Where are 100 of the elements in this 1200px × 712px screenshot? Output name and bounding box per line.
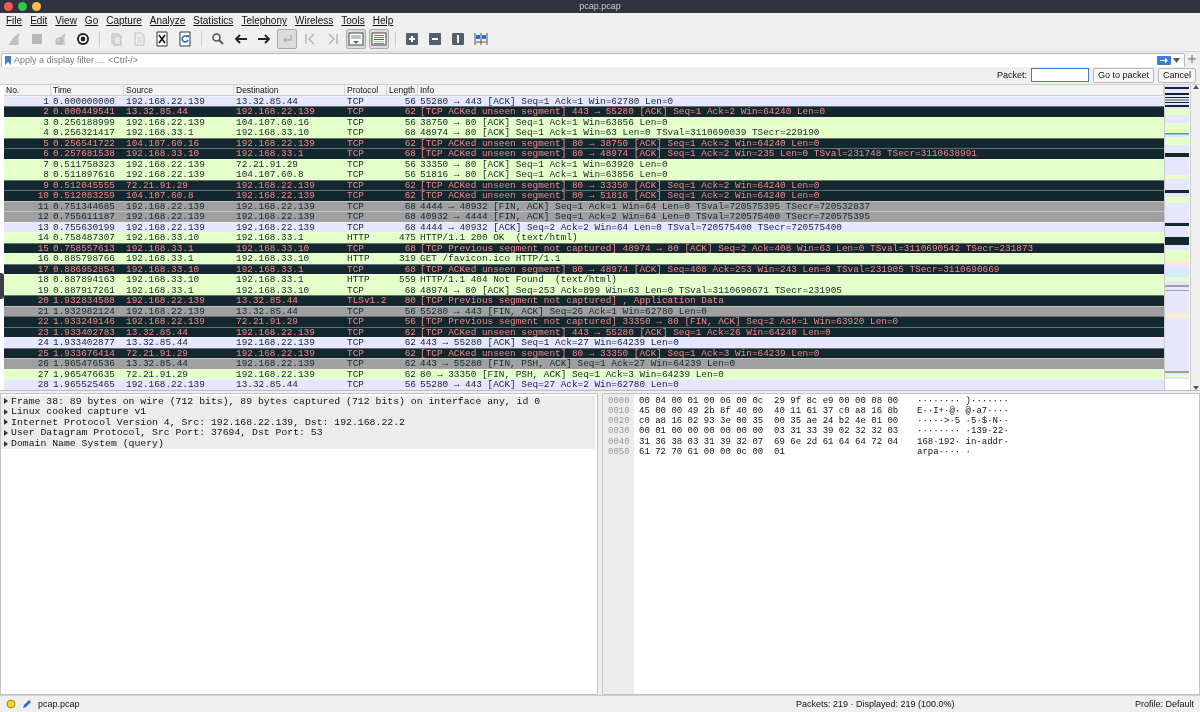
table-cell-text: [TCP ACKed unseen segment] 443 → 55280 [ACK] Seq=1 Ack=2 Win=64240 Len=0 [419, 107, 827, 117]
scrollbar[interactable] [1190, 84, 1200, 390]
packet-row[interactable]: 2 0.000449541 13.32.85.44 192.168.22.139 TCP 62 [TCP ACKed unseen segment] 443 → 55280 [ACK] Seq=1 Ack=2 Win=64240 Len=0 [4, 106, 1164, 117]
expand-arrow-icon[interactable] [4, 419, 8, 426]
menu-item[interactable]: Statistics [189, 14, 238, 26]
expand-arrow-icon[interactable] [4, 429, 8, 436]
table-cell-text: 4444 → 40932 [FIN, ACK] Seq=1 Ack=1 Win=64 Len=0 TSval=720575395 TSecr=720532837 [419, 201, 872, 212]
table-cell-text: TCP [346, 359, 365, 369]
packet-row[interactable]: 12 0.755611187 192.168.22.139 192.168.22.139 TCP 68 40932 → 4444 [FIN, ACK] Seq=1 Ack=2 Win=64 Len=0 TSval=720575400 TSecr=720575395 [4, 211, 1164, 222]
table-cell-text: 559 [398, 275, 417, 285]
table-cell-text: 1.965476635 [52, 369, 116, 380]
table-cell-text: 1.932982124 [52, 306, 116, 317]
table-cell-text: 56 [403, 170, 417, 180]
menu-item[interactable]: Capture [102, 14, 146, 26]
table-cell-text: 13.32.85.44 [125, 338, 189, 348]
packet-row[interactable]: 26 1.965476536 13.32.85.44 192.168.22.139 TCP 62 443 → 55280 [FIN, PSH, ACK] Seq=1 Ack=27 Win=64239 Len=0 [4, 358, 1164, 369]
table-cell-text: TCP [346, 327, 365, 338]
go-to-packet-button[interactable]: Go to packet [1092, 67, 1154, 83]
table-cell-text: GET /favicon.ico HTTP/1.1 [419, 254, 562, 264]
resize-columns-icon [473, 31, 489, 48]
table-cell-text: 192.168.33.1 [125, 254, 195, 264]
menu-item[interactable]: Go [80, 14, 103, 26]
table-cell-text: 19 [36, 285, 50, 296]
byte-offset: 0040 [607, 436, 631, 447]
table-cell-text: [TCP ACKed unseen segment] 80 → 51816 [ACK] Seq=1 Ack=2 Win=64240 Len=0 [419, 191, 821, 201]
table-cell-text: 68 [403, 264, 417, 275]
menu-item[interactable]: Wireless [290, 14, 338, 26]
table-cell-text: HTTP [346, 254, 371, 264]
zoom-out-icon [427, 31, 443, 48]
menu-item[interactable]: Help [368, 14, 398, 26]
table-cell-text: 62 [403, 369, 417, 380]
bookmark-icon[interactable] [5, 55, 11, 65]
packet-row[interactable]: 24 1.933402877 13.32.85.44 192.168.22.139 TCP 62 443 → 55280 [ACK] Seq=1 Ack=27 Win=64239 Len=0 [4, 337, 1164, 348]
copy-icon [108, 31, 124, 48]
profile-label[interactable]: Profile: Default [1134, 699, 1194, 709]
dropdown-caret-icon[interactable] [1173, 57, 1180, 63]
packet-row[interactable]: 6 0.257681538 192.168.33.10 192.168.33.1 TCP 68 [TCP ACKed unseen segment] 80 → 48974 [ACK] Seq=1 Ack=2 Win=235 Len=0 TSval=231748 TSecr=3110638991 [4, 148, 1164, 159]
table-cell-text: 26 [36, 359, 50, 369]
table-cell-text: TCP [346, 317, 365, 327]
table-cell-text: [TCP ACKed unseen segment] 80 → 48974 [ACK] Seq=1 Ack=2 Win=235 Len=0 TSval=231748 TSecr=3110638991 [419, 149, 978, 159]
table-cell-text: 1.933402783 [52, 327, 116, 338]
packet-number-field[interactable] [1030, 68, 1089, 83]
table-cell-text: 80 [403, 296, 417, 306]
table-cell-text: 192.168.22.139 [125, 380, 206, 390]
expand-arrow-icon[interactable] [4, 398, 8, 405]
menu-item[interactable]: Telephony [237, 14, 291, 26]
table-cell-text: TCP [346, 107, 365, 117]
table-cell-text: 192.168.22.139 [125, 96, 206, 107]
table-cell-text: 192.168.22.139 [235, 107, 316, 117]
table-cell-text: 62 [403, 327, 417, 338]
column-header[interactable]: Destination [234, 84, 345, 95]
packet-row[interactable]: 18 0.887894163 192.168.33.10 192.168.33.1 HTTP 559 HTTP/1.1 404 Not Found (text/html) [4, 274, 1164, 285]
close-button[interactable] [4, 2, 13, 11]
byte-offset: 0020 [607, 416, 631, 427]
table-cell-text: 13.32.85.44 [235, 296, 299, 306]
column-header[interactable]: Time [51, 84, 124, 95]
menu-item[interactable]: File [2, 14, 27, 26]
status-indicator-icon[interactable] [6, 699, 16, 709]
column-header[interactable]: No. [4, 84, 51, 95]
colorize-icon [371, 31, 387, 48]
cancel-button[interactable]: Cancel [1158, 67, 1196, 83]
autoscroll-icon [348, 31, 364, 48]
hex-bytes: 45 00 00 49 2b 8f 40 00 40 11 61 37 c0 a8 16 8b [639, 406, 900, 416]
apply-arrow-icon[interactable] [1157, 55, 1171, 65]
expand-arrow-icon[interactable] [4, 408, 8, 415]
table-cell-text: 56 [403, 117, 417, 128]
menu-item[interactable]: View [51, 14, 81, 26]
table-cell-text: 0.256541722 [52, 138, 116, 149]
packet-row[interactable]: 4 0.256321417 192.168.33.1 192.168.33.10 TCP 68 48974 → 80 [ACK] Seq=1 Ack=1 Win=63 Len=0 TSval=3110690039 TSecr=229190 [4, 127, 1164, 138]
packet-row[interactable]: 22 1.933249146 192.168.22.139 72.21.91.29 TCP 56 [TCP Previous segment not captured] 33350 → 80 [FIN, ACK] Seq=2 Ack=1 Win=63920 Len=0 [4, 316, 1164, 327]
column-header[interactable]: Source [124, 84, 234, 95]
close-file-icon [154, 31, 170, 48]
table-cell-text: 0.758557613 [52, 243, 116, 254]
table-cell-text: 192.168.33.10 [125, 149, 201, 159]
panel-handle[interactable] [0, 272, 4, 299]
menu-item[interactable]: Analyze [145, 14, 190, 26]
packet-row[interactable]: 10 0.512083259 104.107.60.8 192.168.22.139 TCP 62 [TCP ACKed unseen segment] 80 → 51816 [ACK] Seq=1 Ack=2 Win=64240 Len=0 [4, 190, 1164, 201]
table-cell-text: TCP [346, 201, 365, 212]
menu-item[interactable]: Tools [337, 14, 369, 26]
table-cell-text: 319 [398, 254, 417, 264]
table-cell-text: TCP [346, 96, 365, 107]
packet-row[interactable]: 20 1.932834588 192.168.22.139 13.32.85.44 TLSv1.2 80 [TCP Previous segment not captured] , Application Data [4, 295, 1164, 306]
table-cell-text: 192.168.33.1 [235, 149, 305, 159]
pencil-icon[interactable] [22, 699, 32, 709]
toolbar-button[interactable] [369, 29, 389, 50]
display-filter-box[interactable]: Apply a display filter … <Ctrl-/> [1, 52, 1185, 68]
column-header[interactable]: Length [387, 84, 418, 95]
expand-arrow-icon[interactable] [4, 440, 8, 447]
table-cell-text: 192.168.22.139 [235, 180, 316, 191]
minimize-button[interactable] [32, 2, 41, 11]
table-cell-text: 3 [42, 117, 50, 128]
maximize-button[interactable] [18, 2, 27, 11]
packet-row[interactable]: 14 0.758487307 192.168.33.10 192.168.33.1 HTTP 475 HTTP/1.1 200 OK (text/html) [4, 232, 1164, 243]
menu-item[interactable]: Edit [26, 14, 52, 26]
table-cell-text: [TCP ACKed unseen segment] 80 → 48974 [ACK] Seq=408 Ack=253 Win=243 Len=0 TSval=231905 TSecr=3110690669 [419, 264, 1001, 275]
packet-row[interactable]: 16 0.885798766 192.168.33.1 192.168.33.10 HTTP 319 GET /favicon.ico HTTP/1.1 [4, 253, 1164, 264]
table-cell-text: 192.168.33.10 [235, 285, 311, 296]
packet-row[interactable]: 8 0.511897616 192.168.22.139 104.107.60.8 TCP 56 51816 → 80 [ACK] Seq=1 Ack=1 Win=63856 Len=0 [4, 169, 1164, 180]
packet-row[interactable]: 28 1.965525465 192.168.22.139 13.32.85.44 TCP 56 55280 → 443 [ACK] Seq=27 Ack=2 Win=62780 Len=0 [4, 379, 1164, 390]
column-header[interactable]: Protocol [345, 84, 387, 95]
